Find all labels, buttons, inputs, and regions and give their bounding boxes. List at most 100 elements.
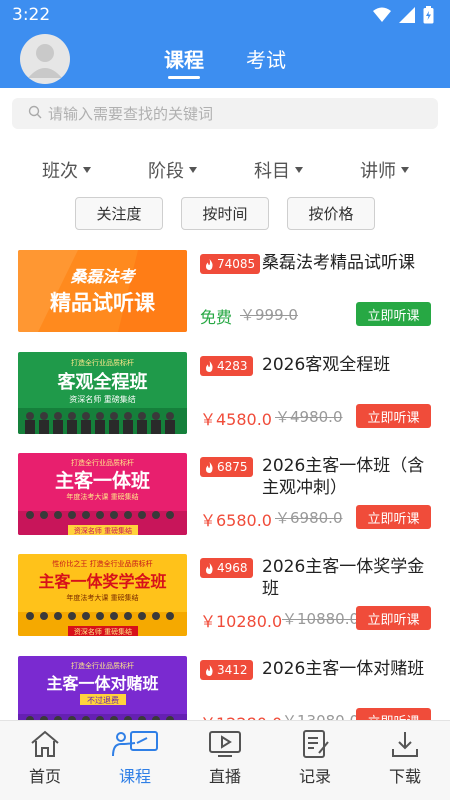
bottom-navigation: 首页 课程 直播 记录 下载 bbox=[0, 720, 450, 800]
caret-down-icon bbox=[401, 167, 409, 173]
filter-label: 班次 bbox=[42, 161, 78, 182]
thumb-main: 主客一体奖学金班 bbox=[38, 572, 166, 591]
live-play-icon bbox=[209, 731, 241, 757]
search-input[interactable] bbox=[48, 104, 428, 123]
battery-icon bbox=[423, 6, 434, 28]
thumb-banner: 打造全行业品质标杆 bbox=[71, 458, 134, 467]
sort-by-popularity-button[interactable]: 关注度 bbox=[75, 197, 163, 230]
filter-subject[interactable]: 科目 bbox=[254, 157, 303, 183]
hot-count-badge: 6875 bbox=[200, 457, 253, 477]
record-note-icon bbox=[303, 730, 329, 758]
nav-label: 直播 bbox=[208, 767, 241, 786]
hot-count: 4968 bbox=[217, 561, 248, 575]
course-item[interactable]: 性价比之王 打造全行业品质标杆 主客一体奖学金班 年度法考大课 重磅集结 资深名… bbox=[0, 552, 450, 640]
nav-course[interactable]: 课程 bbox=[95, 729, 175, 795]
course-thumbnail[interactable]: 打造全行业品质标杆 客观全程班 资深名师 重磅集结 bbox=[18, 352, 187, 434]
course-price: 免费 bbox=[200, 308, 233, 327]
tab-exam[interactable]: 考试 bbox=[246, 44, 286, 73]
course-original-price: ￥6980.0 bbox=[275, 509, 343, 527]
thumb-banner: 打造全行业品质标杆 bbox=[71, 358, 134, 367]
course-title[interactable]: 2026主客一体奖学金班 bbox=[262, 556, 437, 600]
signal-icon bbox=[399, 7, 415, 27]
hot-count-badge: 4968 bbox=[200, 558, 253, 578]
listen-now-button[interactable]: 立即听课 bbox=[356, 505, 431, 529]
nav-live[interactable]: 直播 bbox=[185, 729, 265, 795]
nav-download[interactable]: 下载 bbox=[365, 729, 445, 795]
course-thumbnail[interactable]: 桑磊法考 精品试听课 bbox=[18, 250, 187, 332]
nav-home[interactable]: 首页 bbox=[5, 729, 85, 795]
hot-count: 74085 bbox=[217, 257, 256, 271]
course-original-price: ￥999.0 bbox=[240, 306, 298, 324]
nav-label: 首页 bbox=[28, 767, 61, 786]
sort-by-time-button[interactable]: 按时间 bbox=[181, 197, 269, 230]
listen-now-button[interactable]: 立即听课 bbox=[356, 404, 431, 428]
thumb-footer: 资深名师 重磅集结 bbox=[74, 526, 132, 535]
course-title[interactable]: 2026主客一体对赌班 bbox=[262, 658, 437, 680]
sort-by-price-button[interactable]: 按价格 bbox=[287, 197, 375, 230]
search-bar[interactable] bbox=[12, 98, 438, 129]
course-thumbnail[interactable]: 打造全行业品质标杆 主客一体班 年度法考大课 重磅集结 资深名师 重磅集结 bbox=[18, 453, 187, 535]
course-price: ￥12280.0 bbox=[200, 710, 282, 720]
download-icon bbox=[392, 732, 418, 757]
course-original-price: ￥4980.0 bbox=[275, 408, 343, 426]
nav-record[interactable]: 记录 bbox=[275, 729, 355, 795]
user-avatar[interactable] bbox=[20, 34, 70, 84]
filter-label: 科目 bbox=[254, 161, 290, 182]
caret-down-icon bbox=[295, 167, 303, 173]
listen-now-button[interactable]: 立即听课 bbox=[356, 606, 431, 630]
filter-stage[interactable]: 阶段 bbox=[148, 157, 197, 183]
listen-now-button[interactable]: 立即听课 bbox=[356, 302, 431, 326]
course-item[interactable]: 打造全行业品质标杆 主客一体班 年度法考大课 重磅集结 资深名师 重磅集结 68… bbox=[0, 451, 450, 539]
thumb-line2: 精品试听课 bbox=[50, 291, 156, 315]
home-icon bbox=[31, 730, 59, 757]
thumb-line1: 桑磊法考 bbox=[70, 267, 136, 286]
hot-count: 3412 bbox=[217, 663, 248, 677]
nav-label: 下载 bbox=[388, 767, 421, 786]
caret-down-icon bbox=[189, 167, 197, 173]
fire-icon bbox=[206, 360, 213, 372]
course-item[interactable]: 打造全行业品质标杆 主客一体对赌班 不过退费 3412 2026主客一体对赌班 … bbox=[0, 654, 450, 720]
thumb-banner: 性价比之王 打造全行业品质标杆 bbox=[52, 559, 152, 568]
status-bar: 3:22 bbox=[0, 0, 450, 30]
thumb-sub: 不过退费 bbox=[87, 695, 119, 705]
course-price: ￥4580.0 bbox=[200, 410, 272, 429]
course-list: 桑磊法考 精品试听课 74085 桑磊法考精品试听课 免费 ￥999.0 立即听… bbox=[0, 248, 450, 720]
course-title[interactable]: 桑磊法考精品试听课 bbox=[262, 252, 437, 274]
hot-count-badge: 4283 bbox=[200, 356, 253, 376]
course-price: ￥10280.0 bbox=[200, 612, 283, 631]
hot-count: 4283 bbox=[217, 359, 248, 373]
nav-label: 记录 bbox=[298, 767, 331, 786]
thumb-main: 客观全程班 bbox=[58, 371, 148, 393]
course-title[interactable]: 2026客观全程班 bbox=[262, 354, 437, 376]
course-item[interactable]: 打造全行业品质标杆 客观全程班 资深名师 重磅集结 4283 2026客观全程班… bbox=[0, 350, 450, 438]
thumb-banner: 打造全行业品质标杆 bbox=[71, 661, 134, 670]
search-icon bbox=[28, 104, 42, 123]
avatar-person-icon bbox=[28, 44, 62, 78]
wifi-icon bbox=[373, 7, 391, 27]
thumb-footer: 资深名师 重磅集结 bbox=[74, 627, 132, 636]
thumb-sub: 年度法考大课 重磅集结 bbox=[66, 492, 138, 501]
thumb-main: 主客一体对赌班 bbox=[46, 674, 158, 693]
course-item[interactable]: 桑磊法考 精品试听课 74085 桑磊法考精品试听课 免费 ￥999.0 立即听… bbox=[0, 248, 450, 336]
course-original-price: ￥10880.0 bbox=[282, 610, 360, 628]
fire-icon bbox=[206, 664, 213, 676]
thumb-sub: 年度法考大课 重磅集结 bbox=[66, 593, 138, 602]
fire-icon bbox=[206, 258, 213, 270]
course-thumbnail[interactable]: 性价比之王 打造全行业品质标杆 主客一体奖学金班 年度法考大课 重磅集结 资深名… bbox=[18, 554, 187, 636]
app-header: 3:22 课程 考试 bbox=[0, 0, 450, 88]
filter-teacher[interactable]: 讲师 bbox=[360, 157, 409, 183]
fire-icon bbox=[206, 461, 213, 473]
nav-label: 课程 bbox=[118, 767, 151, 786]
app-screen: 3:22 课程 考试 请输入需要查找的关键词 班次 阶段 科目 讲师 关注度 按… bbox=[0, 0, 450, 800]
hot-count-badge: 3412 bbox=[200, 660, 253, 680]
course-title[interactable]: 2026主客一体班（含主观冲刺） bbox=[262, 455, 437, 499]
filter-class[interactable]: 班次 bbox=[42, 157, 91, 183]
course-thumbnail[interactable]: 打造全行业品质标杆 主客一体对赌班 不过退费 bbox=[18, 656, 187, 720]
tab-course[interactable]: 课程 bbox=[164, 44, 204, 73]
filter-label: 阶段 bbox=[148, 161, 184, 182]
caret-down-icon bbox=[83, 167, 91, 173]
filter-label: 讲师 bbox=[360, 161, 396, 182]
listen-now-button[interactable]: 立即听课 bbox=[356, 708, 431, 720]
course-original-price: ￥13080.0 bbox=[282, 710, 359, 720]
status-time: 3:22 bbox=[12, 5, 51, 25]
